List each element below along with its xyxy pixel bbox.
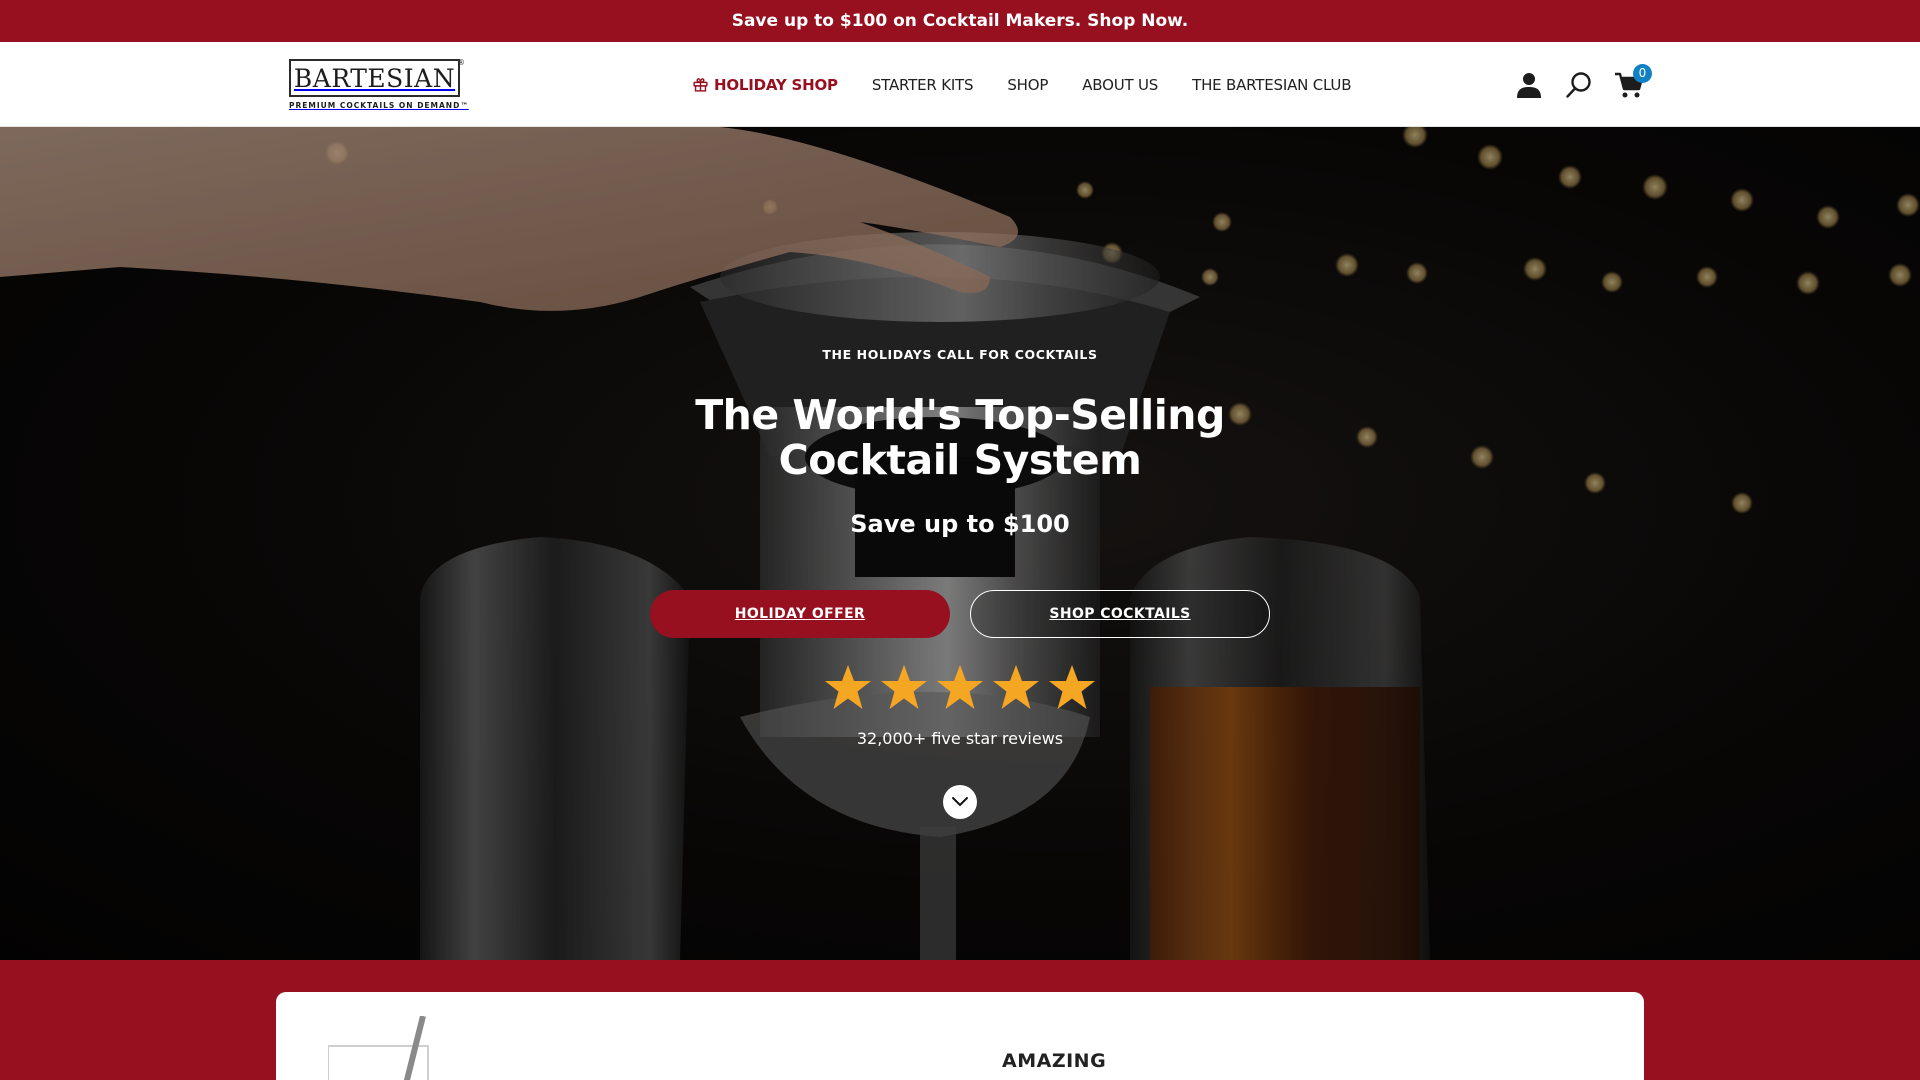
nav-item-shop[interactable]: SHOP bbox=[1007, 76, 1048, 94]
nav-item-bartesian-club[interactable]: THE BARTESIAN CLUB bbox=[1192, 76, 1351, 94]
reviews-count[interactable]: 32,000+ five star reviews bbox=[0, 729, 1920, 748]
logo-registered-mark: ® bbox=[457, 58, 465, 67]
nav-item-starter-kits[interactable]: STARTER KITS bbox=[872, 76, 974, 94]
nav-label: HOLIDAY SHOP bbox=[714, 75, 838, 94]
account-button[interactable] bbox=[1514, 70, 1544, 100]
site-header: BARTESIAN ® PREMIUM COCKTAILS ON DEMAND™… bbox=[0, 42, 1920, 127]
nav-item-holiday-shop[interactable]: HOLIDAY SHOP bbox=[692, 76, 838, 94]
hero-section: THE HOLIDAYS CALL FOR COCKTAILS The Worl… bbox=[0, 127, 1920, 960]
star-icon bbox=[1049, 665, 1095, 709]
nav-item-about-us[interactable]: ABOUT US bbox=[1082, 76, 1158, 94]
announcement-bar[interactable]: Save up to $100 on Cocktail Makers. Shop… bbox=[0, 0, 1920, 42]
brand-logo[interactable]: BARTESIAN ® PREMIUM COCKTAILS ON DEMAND™ bbox=[289, 58, 469, 111]
holiday-offer-button[interactable]: HOLIDAY OFFER bbox=[650, 590, 950, 638]
cocktail-glass-image bbox=[328, 1016, 429, 1080]
star-rating bbox=[820, 663, 1100, 719]
hero-dim-overlay bbox=[0, 127, 1920, 960]
account-icon bbox=[1517, 72, 1541, 98]
star-icon bbox=[825, 665, 871, 709]
search-button[interactable] bbox=[1564, 70, 1594, 100]
main-nav: HOLIDAY SHOP STARTER KITS SHOP ABOUT US … bbox=[692, 42, 1351, 127]
star-icon bbox=[993, 665, 1039, 709]
header-actions: 0 bbox=[1514, 42, 1652, 127]
shop-cocktails-button[interactable]: SHOP COCKTAILS bbox=[970, 590, 1270, 638]
hero-headline: The World's Top-Selling Cocktail System bbox=[695, 391, 1225, 484]
search-icon bbox=[1566, 71, 1591, 98]
chevron-down-icon bbox=[952, 797, 968, 807]
logo-wordmark: BARTESIAN bbox=[293, 63, 456, 93]
scroll-down-button[interactable] bbox=[943, 785, 977, 819]
cart-count-badge: 0 bbox=[1633, 63, 1652, 83]
cart-button[interactable]: 0 bbox=[1614, 63, 1652, 100]
logo-tagline: PREMIUM COCKTAILS ON DEMAND™ bbox=[289, 101, 469, 110]
feature-title: AMAZING bbox=[1002, 1050, 1107, 1072]
gift-icon bbox=[693, 78, 708, 92]
hero-subhead: Save up to $100 bbox=[850, 510, 1070, 538]
logo-frame: BARTESIAN ® bbox=[289, 58, 465, 97]
star-icon bbox=[881, 665, 927, 709]
star-icon bbox=[937, 665, 983, 709]
features-section: AMAZING bbox=[0, 960, 1920, 1080]
hero-eyebrow: THE HOLIDAYS CALL FOR COCKTAILS bbox=[822, 347, 1098, 362]
feature-card: AMAZING bbox=[276, 992, 1644, 1080]
announcement-link[interactable]: Save up to $100 on Cocktail Makers. Shop… bbox=[732, 11, 1189, 31]
